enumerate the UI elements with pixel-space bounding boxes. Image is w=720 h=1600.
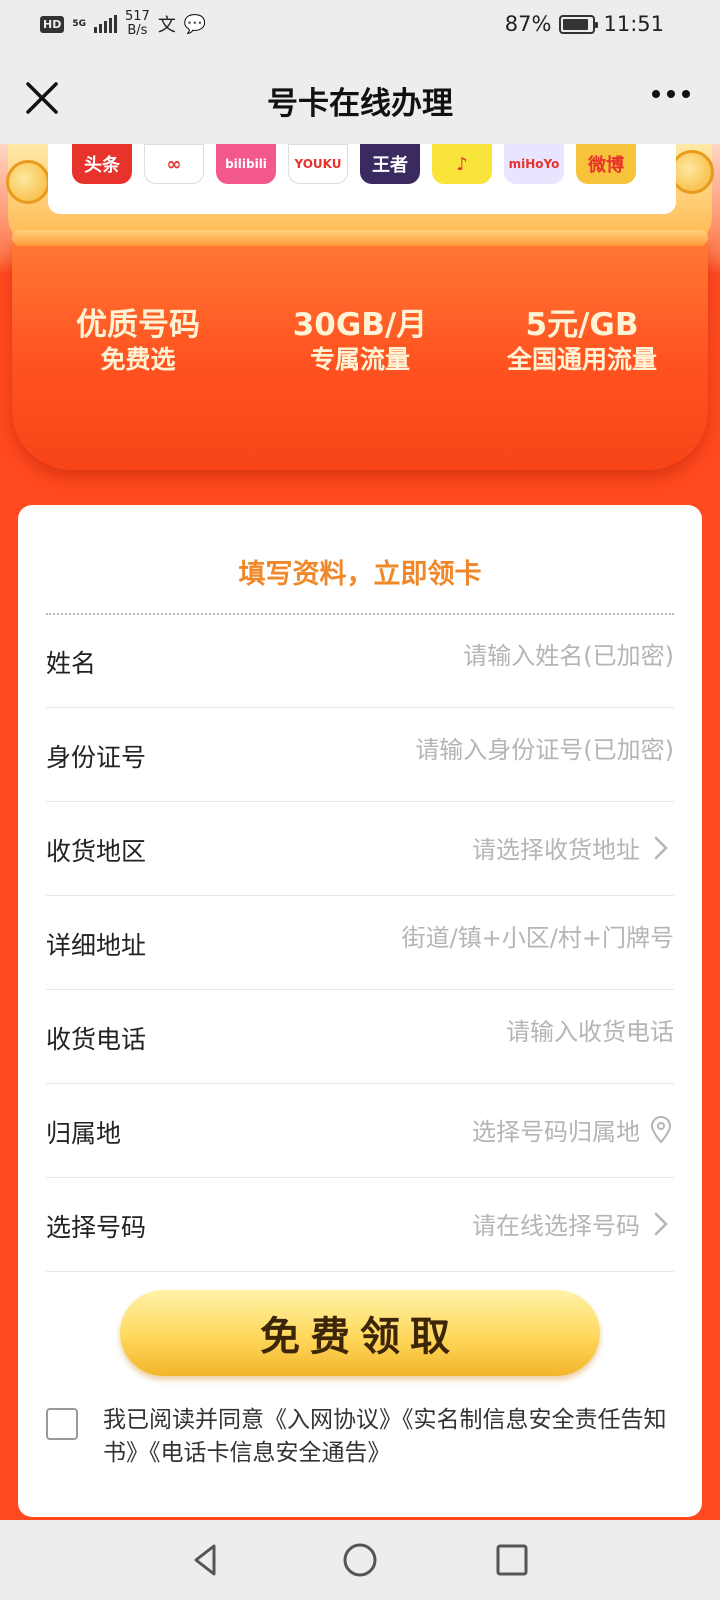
form-row-id: 身份证号: [46, 708, 674, 802]
battery-percent: 87%: [504, 12, 552, 36]
form-title: 填写资料，立即领卡: [238, 559, 482, 590]
form-row-number[interactable]: 选择号码 请在线选择号码: [46, 1178, 674, 1272]
recents-icon[interactable]: [490, 1538, 534, 1582]
app-icon-weibo: 微博: [576, 144, 636, 184]
network-speed: 517 B/s: [125, 10, 150, 38]
form-row-home-location[interactable]: 归属地 选择号码归属地: [46, 1084, 674, 1178]
field-label: 详细地址: [46, 931, 147, 960]
chevron-right-icon: [654, 836, 668, 859]
battery-icon: [559, 14, 599, 34]
feature-title: 优质号码: [76, 307, 200, 343]
feature-title: 30GB/月: [292, 307, 428, 343]
signal-icon: [94, 15, 117, 33]
gift-box-rim: [12, 230, 708, 246]
feature-title: 5元/GB: [525, 307, 639, 343]
chevron-right-icon: [654, 1212, 668, 1235]
translate-icon: 文: [157, 15, 176, 36]
app-icon-game: 王者: [360, 144, 420, 184]
coin-decoration: [670, 150, 714, 194]
status-bar: HD 5G 517 B/s 文 💬 87% 11:51: [0, 0, 720, 52]
page-title: 号卡在线办理: [267, 86, 453, 122]
claim-free-button[interactable]: 免费领取: [120, 1290, 600, 1376]
agreement-text[interactable]: 我已阅读并同意《入网协议》《实名制信息安全责任告知书》《电话卡信息安全通告》: [103, 1404, 683, 1470]
app-icon-toutiao: 头条: [72, 144, 132, 184]
app-icon-bilibili: bilibili: [216, 144, 276, 184]
back-icon[interactable]: [184, 1538, 228, 1582]
network-type: 5G: [72, 18, 86, 29]
status-left-group: HD 5G 517 B/s 文 💬: [40, 10, 206, 38]
field-label: 选择号码: [46, 1213, 147, 1242]
field-label: 归属地: [46, 1119, 122, 1148]
home-icon[interactable]: [338, 1538, 382, 1582]
form-row-address: 详细地址: [46, 896, 674, 990]
form-row-phone: 收货电话: [46, 990, 674, 1084]
app-icon-music: ♪: [432, 144, 492, 184]
id-number-input[interactable]: [274, 736, 674, 764]
field-label: 收货地区: [46, 837, 147, 866]
feature-subtitle: 专属流量: [309, 345, 410, 374]
form-row-region[interactable]: 收货地区 请选择收货地址: [46, 802, 674, 896]
app-icon-youku: YOUKU: [288, 144, 348, 184]
form-row-name: 姓名: [46, 614, 674, 708]
field-label: 姓名: [46, 649, 97, 678]
speed-unit: B/s: [127, 23, 148, 38]
nav-bar: 号卡在线办理: [0, 52, 720, 144]
system-nav-bar: [0, 1520, 720, 1600]
number-select[interactable]: 请在线选择号码: [472, 1206, 640, 1241]
more-icon[interactable]: [652, 90, 690, 98]
hd-badge: HD: [40, 15, 65, 33]
field-label: 身份证号: [46, 743, 147, 772]
chat-icon: 💬: [183, 13, 207, 35]
address-input[interactable]: [254, 924, 674, 952]
status-right-group: 87% 11:51: [505, 12, 664, 36]
region-select[interactable]: 请选择收货地址: [472, 830, 640, 865]
clock: 11:51: [603, 12, 664, 36]
feature-data: 30GB/月 专属流量: [250, 306, 470, 376]
app-icon-infinity: ∞: [144, 144, 204, 184]
field-label: 收货电话: [46, 1025, 147, 1054]
name-input[interactable]: [344, 642, 674, 670]
coin-decoration: [6, 160, 50, 204]
feature-subtitle: 免费选: [100, 345, 176, 374]
app-icon-mihoyo: miHoYo: [504, 144, 564, 184]
phone-input[interactable]: [344, 1018, 674, 1046]
feature-subtitle: 全国通用流量: [506, 345, 657, 374]
feature-price: 5元/GB 全国通用流量: [472, 306, 692, 376]
location-pin-icon: [650, 1115, 672, 1143]
feature-number: 优质号码 免费选: [28, 306, 248, 376]
speed-value: 517: [125, 9, 150, 24]
home-location-select[interactable]: 选择号码归属地: [472, 1112, 640, 1147]
app-icon-strip: 头条 ∞ bilibili YOUKU 王者 ♪ miHoYo 微博: [48, 144, 676, 214]
agreement-checkbox[interactable]: [46, 1408, 78, 1440]
